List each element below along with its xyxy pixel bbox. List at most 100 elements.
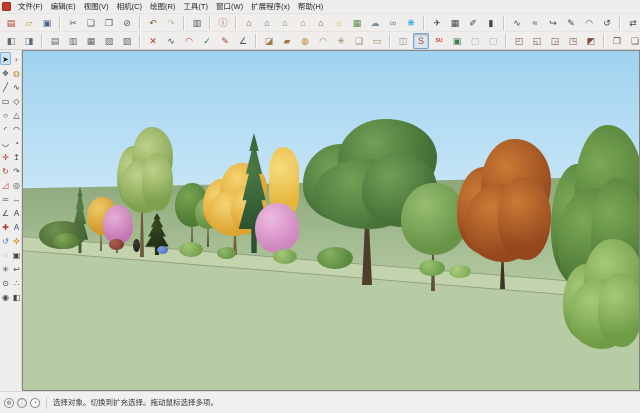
brown-comp-4-icon[interactable]: ◳ — [565, 33, 581, 49]
bush-path-3[interactable] — [273, 249, 297, 264]
look-around-tool[interactable]: ◉ — [0, 290, 11, 303]
rotate-tool[interactable]: ↻ — [0, 164, 11, 177]
curic-doc-5-icon[interactable]: ▨ — [119, 33, 135, 49]
brown-comp-5-icon[interactable]: ◩ — [583, 33, 599, 49]
follow-me-tool[interactable]: ↷ — [11, 164, 22, 177]
bezier-check-icon[interactable]: ✓ — [199, 33, 215, 49]
tan-doc-icon[interactable]: ❏ — [351, 33, 367, 49]
save-icon[interactable]: ▣ — [39, 15, 55, 31]
share-component-icon[interactable]: ⌂ — [295, 15, 311, 31]
tan-bar-icon[interactable]: ▰ — [279, 33, 295, 49]
tree-yellow-small-trunk[interactable] — [100, 233, 102, 251]
bush-red-small[interactable] — [109, 239, 124, 250]
brown-comp-2-icon[interactable]: ◱ — [529, 33, 545, 49]
push-pull-tool[interactable]: ↥ — [11, 150, 22, 163]
tree-tall-light-green-trunk[interactable] — [140, 209, 144, 257]
scale-tool[interactable]: ◿ — [0, 178, 11, 191]
tree-right-front-green[interactable] — [598, 273, 640, 347]
model-info-icon[interactable]: ⓘ — [215, 15, 231, 31]
menu-help[interactable]: 帮助(H) — [294, 0, 327, 13]
lb-green-icon[interactable]: ▣ — [449, 33, 465, 49]
plugin-stats-icon[interactable]: ▮ — [483, 15, 499, 31]
line-tool[interactable]: ╱ — [0, 80, 11, 93]
section-toggle-icon[interactable]: ◨ — [21, 33, 37, 49]
tan-box-icon[interactable]: ◪ — [261, 33, 277, 49]
position-camera-tool[interactable]: ⊙ — [0, 276, 11, 289]
freehand-tool[interactable]: ∿ — [11, 80, 22, 93]
bezier-wave-icon[interactable]: ∿ — [163, 33, 179, 49]
brown-comp-3-icon[interactable]: ◲ — [547, 33, 563, 49]
redo-icon[interactable]: ↷ — [163, 15, 179, 31]
pie-tool[interactable]: ◔ — [11, 136, 22, 149]
credits-icon[interactable]: ⓘ — [17, 398, 27, 408]
link-icon[interactable]: ∞ — [385, 15, 401, 31]
bush-path-4[interactable] — [317, 247, 353, 269]
bezier-pen-icon[interactable]: ✎ — [217, 33, 233, 49]
zoom-tool[interactable]: ◌ — [0, 248, 11, 261]
select-tool[interactable]: ➤ — [0, 52, 11, 65]
plugin-fly-icon[interactable]: ✈ — [429, 15, 445, 31]
cloud-upload-icon[interactable]: ☁ — [367, 15, 383, 31]
menu-tools[interactable]: 工具(T) — [179, 0, 212, 13]
new-file-icon[interactable]: ▤ — [3, 15, 19, 31]
tan-round-icon[interactable]: ◍ — [297, 33, 313, 49]
geolocation-icon[interactable]: ⊕ — [4, 398, 14, 408]
copy-icon[interactable]: ❏ — [83, 15, 99, 31]
tan-gear-icon[interactable]: ✳ — [333, 33, 349, 49]
print-icon[interactable]: ▥ — [189, 15, 205, 31]
curic-doc-3-icon[interactable]: ▦ — [83, 33, 99, 49]
s-plugin-icon[interactable]: S — [413, 33, 429, 49]
arc-tool[interactable]: ◜ — [0, 122, 11, 135]
dimension-tool[interactable]: ↔ — [11, 192, 22, 205]
bush-path-5[interactable] — [419, 260, 445, 276]
get-models-icon[interactable]: ⌂ — [277, 15, 293, 31]
protractor-tool[interactable]: ∠ — [0, 206, 11, 219]
tail-1-icon[interactable]: ❐ — [609, 33, 625, 49]
text-tool[interactable]: A — [11, 206, 22, 219]
move-tool[interactable]: ✛ — [0, 150, 11, 163]
curve-tool-1-icon[interactable]: ∿ — [509, 15, 525, 31]
two-point-arc-tool[interactable]: ◠ — [11, 122, 22, 135]
plugin-slope-icon[interactable]: ✐ — [465, 15, 481, 31]
undo-icon[interactable]: ↶ — [145, 15, 161, 31]
sefaira-icon[interactable]: ❋ — [403, 15, 419, 31]
previous-view-tool[interactable]: ↩ — [11, 262, 22, 275]
section-fill-icon[interactable]: ◧ — [3, 33, 19, 49]
bush-path-1[interactable] — [179, 242, 203, 257]
statue-figure-dark[interactable] — [133, 239, 140, 252]
curic-doc-2-icon[interactable]: ▥ — [65, 33, 81, 49]
polygon-tool[interactable]: △ — [11, 108, 22, 121]
tail-2-icon[interactable]: ❑ — [627, 33, 640, 49]
menu-extensions[interactable]: 扩展程序(x) — [247, 0, 294, 13]
orbit-tool[interactable]: ↺ — [0, 234, 11, 247]
bush-path-6[interactable] — [449, 265, 471, 278]
image-icon[interactable]: ▦ — [349, 15, 365, 31]
tree-red-maple-trunk[interactable] — [500, 259, 505, 289]
curve-tool-2-icon[interactable]: ≈ — [527, 15, 543, 31]
axes-tool[interactable]: ✚ — [0, 220, 11, 233]
erase-icon[interactable]: ⊘ — [119, 15, 135, 31]
tree-tall-light-green[interactable] — [142, 153, 173, 211]
menu-window[interactable]: 窗口(W) — [212, 0, 247, 13]
share-model-icon[interactable]: ⌂ — [259, 15, 275, 31]
brown-comp-1-icon[interactable]: ◰ — [511, 33, 527, 49]
claims-icon[interactable]: ◔ — [30, 398, 40, 408]
paint-bucket-tool[interactable]: ◍ — [11, 66, 22, 79]
rectangle-tool[interactable]: ▭ — [0, 94, 11, 107]
3d-text-tool[interactable]: A — [11, 220, 22, 233]
paste-icon[interactable]: ❒ — [101, 15, 117, 31]
tree-red-maple[interactable] — [498, 177, 551, 260]
bush-left-front[interactable] — [53, 233, 79, 249]
tree-pink-large[interactable] — [255, 203, 299, 253]
zoom-window-tool[interactable]: ▣ — [11, 248, 22, 261]
zoom-extents-tool[interactable]: ✳ — [0, 262, 11, 275]
bezier-x-icon[interactable]: ✕ — [145, 33, 161, 49]
menu-view[interactable]: 视图(V) — [80, 0, 113, 13]
curve-tool-3-icon[interactable]: ↪ — [545, 15, 561, 31]
curve-tool-5-icon[interactable]: ◠ — [581, 15, 597, 31]
tree-big-green-trunk[interactable] — [362, 223, 372, 285]
menu-edit[interactable]: 编辑(E) — [47, 0, 80, 13]
curic-doc-1-icon[interactable]: ▤ — [47, 33, 63, 49]
bush-path-2[interactable] — [217, 247, 236, 259]
component-gray-icon[interactable]: ◫ — [395, 33, 411, 49]
